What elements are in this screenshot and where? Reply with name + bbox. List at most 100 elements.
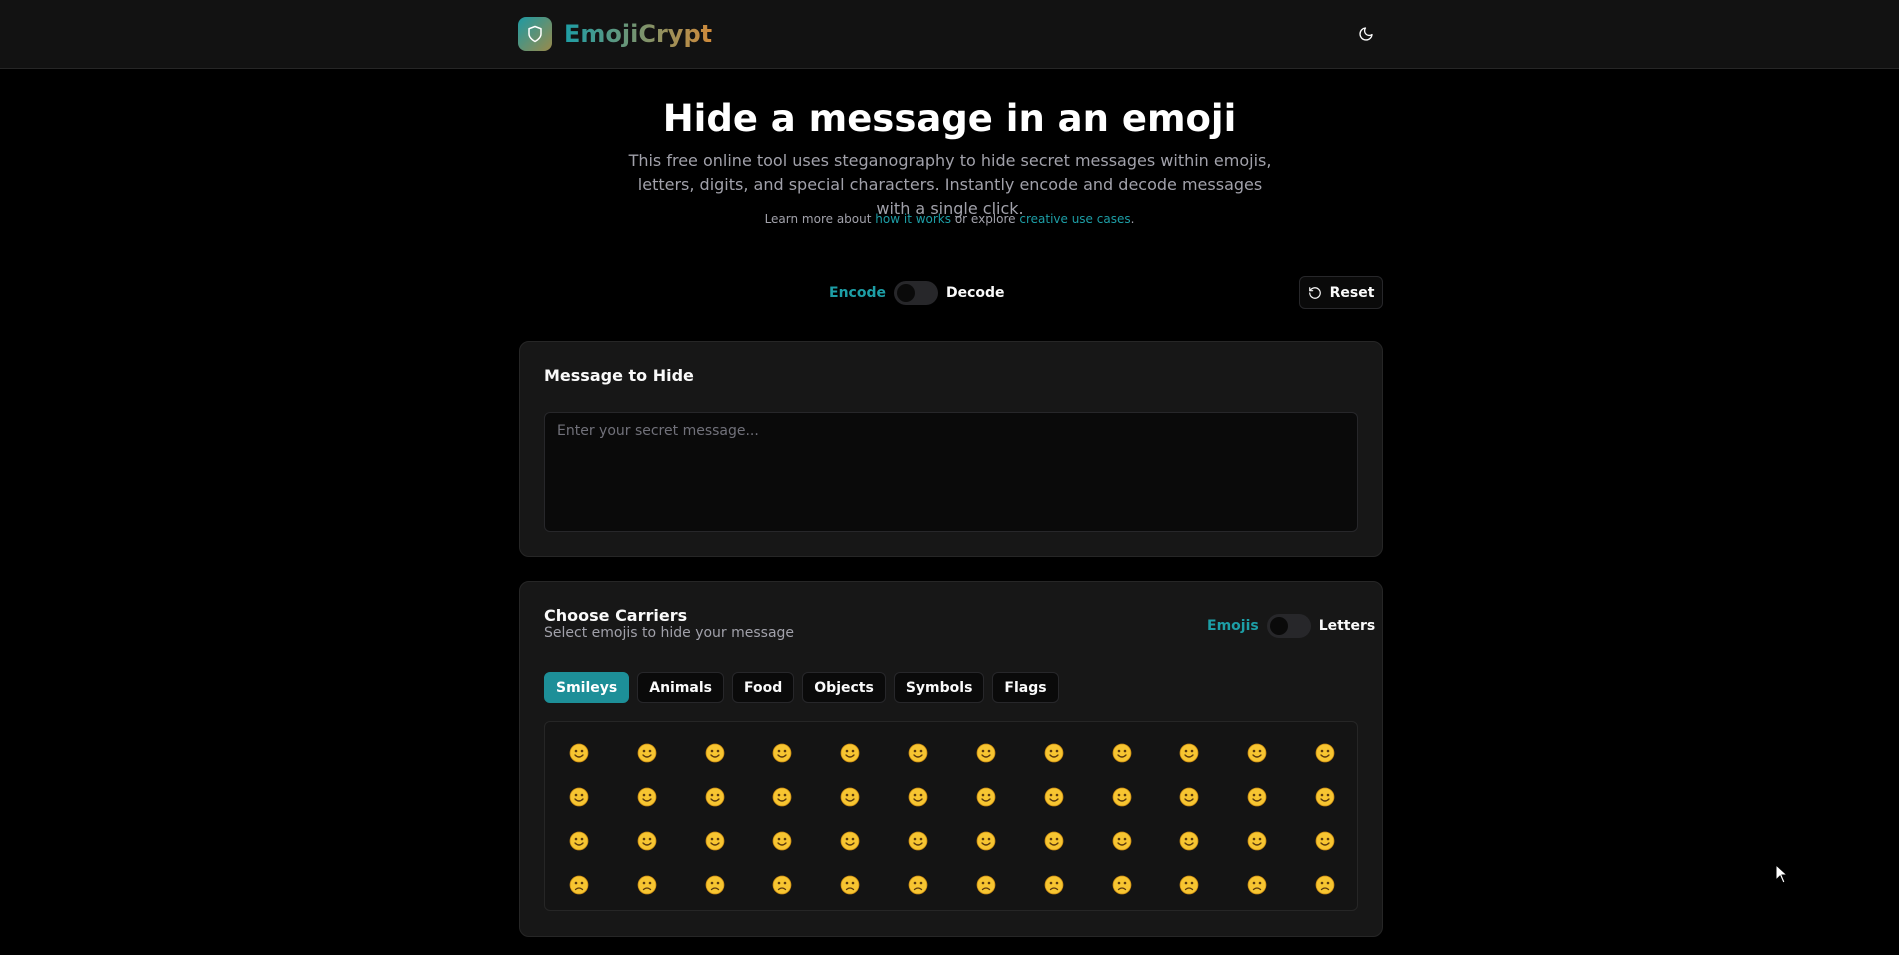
emoji-option[interactable] — [884, 785, 952, 809]
emoji-option[interactable] — [613, 829, 681, 853]
emoji-option[interactable] — [952, 829, 1020, 853]
emoji-option[interactable] — [952, 873, 1020, 897]
emoji-face-icon — [976, 875, 996, 895]
emoji-option[interactable] — [749, 785, 817, 809]
emoji-option[interactable] — [1223, 873, 1291, 897]
emoji-option[interactable] — [952, 741, 1020, 765]
emoji-option[interactable] — [613, 741, 681, 765]
decode-label[interactable]: Decode — [946, 285, 1005, 301]
encode-decode-switch[interactable] — [893, 281, 938, 305]
emoji-option[interactable] — [1156, 785, 1224, 809]
emoji-face-icon — [705, 875, 724, 895]
tab-food[interactable]: Food — [732, 672, 795, 703]
emoji-option[interactable] — [1088, 785, 1156, 809]
learn-more-text: Learn more about how it works or explore… — [0, 212, 1899, 226]
emoji-option[interactable] — [816, 829, 884, 853]
emoji-face-icon — [1180, 743, 1199, 763]
emoji-option[interactable] — [1088, 741, 1156, 765]
emoji-option[interactable] — [884, 829, 952, 853]
emoji-option[interactable] — [681, 785, 749, 809]
emoji-option[interactable] — [1020, 785, 1088, 809]
emoji-option[interactable] — [681, 741, 749, 765]
emoji-option[interactable] — [1291, 829, 1357, 853]
emoji-option[interactable] — [681, 873, 749, 897]
emoji-option[interactable] — [545, 741, 613, 765]
emoji-option[interactable] — [1088, 829, 1156, 853]
emoji-option[interactable] — [952, 785, 1020, 809]
emoji-option[interactable] — [1223, 785, 1291, 809]
learn-prefix: Learn more about — [764, 212, 876, 226]
emoji-face-icon — [637, 831, 657, 851]
emoji-face-icon — [976, 743, 996, 763]
emoji-option[interactable] — [1291, 741, 1357, 765]
emoji-option[interactable] — [1156, 829, 1224, 853]
emoji-face-icon — [840, 743, 860, 763]
tab-flags[interactable]: Flags — [992, 672, 1059, 703]
emoji-face-icon — [840, 831, 860, 851]
emoji-option[interactable] — [613, 873, 681, 897]
emoji-option[interactable] — [1223, 741, 1291, 765]
emoji-option[interactable] — [816, 873, 884, 897]
emoji-option[interactable] — [1156, 873, 1224, 897]
emoji-face-icon — [705, 743, 724, 763]
emoji-face-icon — [840, 787, 860, 807]
emojis-label[interactable]: Emojis — [1207, 618, 1259, 634]
emoji-option[interactable] — [1223, 829, 1291, 853]
emoji-face-icon — [1247, 787, 1267, 807]
encode-label[interactable]: Encode — [829, 285, 886, 301]
tab-objects[interactable]: Objects — [802, 672, 886, 703]
secret-message-input[interactable] — [544, 412, 1358, 532]
emoji-face-icon — [1247, 743, 1267, 763]
carrier-type-toggle-row: Emojis Letters — [1207, 614, 1375, 638]
letters-label[interactable]: Letters — [1319, 618, 1376, 634]
emoji-option[interactable] — [816, 741, 884, 765]
emoji-option[interactable] — [1156, 741, 1224, 765]
emoji-option[interactable] — [816, 785, 884, 809]
tab-animals[interactable]: Animals — [637, 672, 725, 703]
theme-toggle-button[interactable] — [1352, 20, 1380, 48]
emoji-option[interactable] — [884, 873, 952, 897]
emoji-option[interactable] — [613, 785, 681, 809]
how-it-works-link[interactable]: how it works — [875, 212, 951, 226]
emoji-face-icon — [1180, 787, 1199, 807]
tab-smileys[interactable]: Smileys — [544, 672, 630, 703]
emoji-option[interactable] — [1020, 741, 1088, 765]
emoji-option[interactable] — [1291, 785, 1357, 809]
reset-button[interactable]: Reset — [1299, 276, 1383, 309]
moon-icon — [1359, 27, 1373, 41]
emoji-option[interactable] — [749, 829, 817, 853]
emoji-face-icon — [1112, 875, 1131, 895]
emoji-face-icon — [908, 743, 928, 763]
emoji-option[interactable] — [1020, 873, 1088, 897]
learn-suffix: . — [1130, 212, 1135, 226]
emoji-option[interactable] — [681, 829, 749, 853]
emoji-option[interactable] — [545, 829, 613, 853]
emoji-option[interactable] — [545, 873, 613, 897]
emoji-face-icon — [1044, 787, 1064, 807]
emoji-face-icon — [569, 831, 589, 851]
emoji-face-icon — [976, 787, 996, 807]
creative-use-cases-link[interactable]: creative use cases — [1019, 212, 1130, 226]
emoji-option[interactable] — [884, 741, 952, 765]
switch-knob — [1269, 617, 1288, 635]
emojis-letters-switch[interactable] — [1266, 614, 1311, 638]
emoji-face-icon — [1112, 787, 1131, 807]
emoji-option[interactable] — [545, 785, 613, 809]
logo[interactable]: EmojiCrypt — [518, 17, 712, 51]
emoji-option[interactable] — [749, 873, 817, 897]
emoji-face-icon — [976, 831, 996, 851]
emoji-face-icon — [705, 831, 724, 851]
mouse-cursor-icon — [1775, 864, 1789, 884]
emoji-face-icon — [1112, 831, 1131, 851]
emoji-face-icon — [637, 743, 657, 763]
top-header: EmojiCrypt — [0, 0, 1899, 69]
emoji-option[interactable] — [749, 741, 817, 765]
emoji-option[interactable] — [1291, 873, 1357, 897]
switch-knob — [896, 284, 915, 302]
emoji-face-icon — [637, 787, 657, 807]
emoji-face-icon — [569, 743, 589, 763]
emoji-option[interactable] — [1088, 873, 1156, 897]
shield-icon — [518, 17, 552, 51]
tab-symbols[interactable]: Symbols — [893, 672, 985, 703]
emoji-option[interactable] — [1020, 829, 1088, 853]
